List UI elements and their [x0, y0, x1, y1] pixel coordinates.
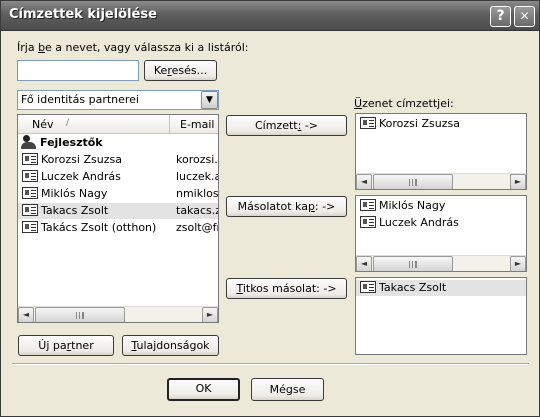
new-contact-button[interactable]: Új partner: [18, 335, 114, 356]
search-instruction-label: Írja be a nevet, vagy válassza ki a list…: [17, 41, 249, 54]
contact-card-icon: [22, 187, 38, 199]
recipient-item-selected[interactable]: Takacs Zsolt: [356, 280, 526, 296]
scroll-left-icon[interactable]: ◄: [18, 307, 34, 322]
recipients-label: Üzenet címzettjei:: [354, 97, 454, 110]
add-bcc-button[interactable]: Titkos másolat: ->: [226, 278, 347, 299]
column-header-email[interactable]: E-mail c: [171, 115, 218, 133]
cancel-button[interactable]: Mégse: [251, 378, 324, 401]
contact-card-icon: [22, 170, 38, 182]
chevron-down-icon[interactable]: ▼: [201, 91, 218, 109]
recipient-item[interactable]: Korozsi Zsuzsa: [360, 116, 460, 132]
search-input[interactable]: [17, 60, 139, 81]
contacts-horizontal-scrollbar[interactable]: ◄ ►: [18, 306, 218, 322]
scroll-right-icon[interactable]: ►: [510, 174, 526, 189]
contact-row[interactable]: Miklós Nagy nmiklos@: [18, 186, 218, 202]
to-recipients-list[interactable]: Korozsi Zsuzsa ◄ ►: [355, 113, 527, 190]
ok-button[interactable]: OK: [167, 378, 240, 401]
contacts-list-header: Név ∕ E-mail c: [18, 115, 218, 134]
contact-card-icon: [360, 216, 376, 228]
contact-row[interactable]: Fejlesztők: [18, 135, 218, 151]
properties-button[interactable]: Tulajdonságok: [122, 335, 219, 356]
sort-indicator-icon: ∕: [66, 118, 70, 128]
contact-card-icon: [22, 204, 38, 216]
contact-row[interactable]: Luczek András luczek.a: [18, 169, 218, 185]
column-header-name[interactable]: Név ∕: [18, 115, 170, 133]
scroll-right-icon[interactable]: ►: [202, 307, 218, 322]
search-button[interactable]: Keresés...: [144, 60, 217, 81]
scroll-left-icon[interactable]: ◄: [356, 256, 372, 271]
bcc-recipients-list[interactable]: Takacs Zsolt: [355, 277, 527, 355]
help-icon[interactable]: ?: [490, 6, 511, 27]
title-bar: Címzettek kijelölése ? ✕: [1, 1, 539, 31]
addressbook-dropdown[interactable]: Fő identitás partnerei ▼: [17, 90, 219, 110]
contact-row[interactable]: Takács Zsolt (otthon) zsolt@fre: [18, 220, 218, 236]
scroll-left-icon[interactable]: ◄: [356, 174, 372, 189]
add-to-button[interactable]: Címzett: ->: [226, 115, 347, 136]
scrollbar-thumb[interactable]: [373, 174, 453, 189]
cc-recipients-list[interactable]: Miklós Nagy Luczek András ◄ ►: [355, 195, 527, 272]
cc-horizontal-scrollbar[interactable]: ◄ ►: [356, 255, 526, 271]
addressbook-selected: Fő identitás partnerei: [21, 93, 139, 106]
recipient-item[interactable]: Miklós Nagy: [360, 198, 445, 214]
contact-card-icon: [360, 199, 376, 211]
scrollbar-thumb[interactable]: [373, 256, 453, 271]
recipient-item[interactable]: Luczek András: [360, 215, 459, 231]
scroll-right-icon[interactable]: ►: [510, 256, 526, 271]
to-horizontal-scrollbar[interactable]: ◄ ►: [356, 173, 526, 189]
scrollbar-thumb[interactable]: [35, 307, 125, 322]
contact-row[interactable]: Korozsi Zsuzsa korozsi.z: [18, 152, 218, 168]
dialog-client-area: Írja be a nevet, vagy válassza ki a list…: [4, 32, 537, 414]
add-cc-button[interactable]: Másolatot kap: ->: [226, 196, 347, 217]
dialog-window: Címzettek kijelölése ? ✕ Írja be a nevet…: [0, 0, 540, 417]
contact-card-icon: [360, 117, 376, 129]
contacts-list[interactable]: Név ∕ E-mail c Fejlesztők Korozsi Zsuzsa…: [17, 114, 219, 323]
separator-line: [12, 363, 529, 365]
contact-card-icon: [22, 221, 38, 233]
contact-card-icon: [360, 281, 376, 293]
contact-card-icon: [22, 153, 38, 165]
group-icon: [21, 135, 37, 149]
window-title: Címzettek kijelölése: [9, 7, 157, 22]
close-icon[interactable]: ✕: [514, 6, 535, 27]
contact-row-selected[interactable]: Takacs Zsolt takacs.z: [18, 203, 218, 219]
